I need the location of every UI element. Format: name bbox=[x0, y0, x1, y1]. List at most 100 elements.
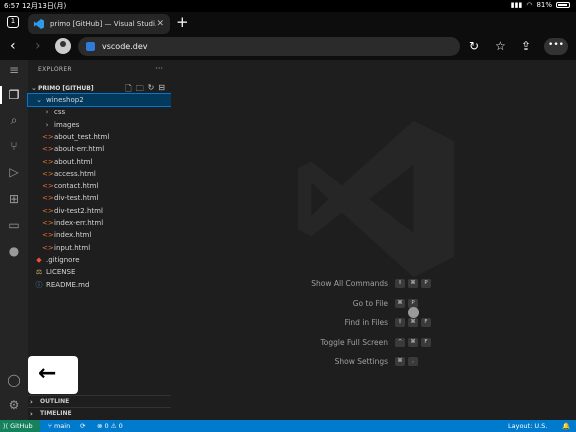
back-overlay-button[interactable]: ← bbox=[28, 356, 78, 394]
tree-item[interactable]: <> index-err.html bbox=[28, 217, 171, 229]
tree-item-label: .gitignore bbox=[46, 255, 80, 264]
tree-item-label: access.html bbox=[54, 169, 96, 178]
shortcut-hint: Show All Commands ⇧ ⌘ P bbox=[171, 279, 576, 291]
tree-item[interactable]: <> about-err.html bbox=[28, 143, 171, 155]
tree-item[interactable]: <> input.html bbox=[28, 242, 171, 254]
browser-back-button[interactable]: ‹ bbox=[10, 38, 16, 54]
browser-tab[interactable]: primo [GitHub] — Visual Studi... ✕ bbox=[28, 14, 170, 34]
settings-gear-icon[interactable]: ⚙ bbox=[6, 397, 22, 413]
html-icon: <> bbox=[42, 206, 54, 215]
key-cap: F bbox=[421, 318, 431, 328]
tree-item-label: contact.html bbox=[54, 182, 99, 191]
tree-item[interactable]: › images bbox=[28, 119, 171, 131]
tree-item[interactable]: ◆ .gitignore bbox=[28, 254, 171, 266]
timeline-section[interactable]: › TIMELINE bbox=[28, 407, 171, 419]
workspace-section-header[interactable]: ⌄ PRIMO [GITHUB] 🗋 🗀 ↻ ⊟ bbox=[28, 82, 171, 94]
timeline-label: TIMELINE bbox=[40, 410, 72, 417]
vscode-status-bar: ⟩⟨ GitHub ⑂ main ⟳ ⊗ 0 ⚠ 0 Layout: U.S. … bbox=[0, 420, 576, 432]
remote-indicator[interactable]: ⟩⟨ GitHub bbox=[0, 420, 40, 432]
tree-item-label: div-test.html bbox=[54, 194, 99, 203]
github-icon[interactable]: ● bbox=[6, 243, 22, 259]
html-icon: <> bbox=[42, 243, 54, 252]
tab-switcher-button[interactable]: 1 bbox=[7, 16, 19, 28]
tree-item[interactable]: <> about_test.html bbox=[28, 131, 171, 143]
source-control-icon[interactable]: ⑂ bbox=[6, 138, 22, 154]
tree-item-label: wineshop2 bbox=[46, 96, 84, 104]
info-icon: ⓘ bbox=[35, 280, 43, 289]
search-icon[interactable]: ⌕ bbox=[6, 112, 22, 128]
close-tab-icon[interactable]: ✕ bbox=[156, 19, 164, 29]
battery-label: 81% bbox=[536, 1, 552, 9]
tree-item-label: LICENSE bbox=[46, 268, 76, 277]
key-cap: ⇧ bbox=[395, 318, 405, 328]
extensions-icon[interactable]: ⊞ bbox=[6, 191, 22, 207]
share-icon[interactable]: ⇪ bbox=[521, 39, 531, 53]
pointer-cursor bbox=[408, 307, 419, 318]
problems-indicator[interactable]: ⊗ 0 ⚠ 0 bbox=[97, 420, 123, 432]
tree-item[interactable]: ⌄ wineshop2 bbox=[27, 93, 172, 107]
folder-icon: › bbox=[45, 108, 49, 117]
status-time: 6:57 12月13日(月) bbox=[4, 2, 67, 10]
tree-item[interactable]: ⚖ LICENSE bbox=[28, 266, 171, 278]
status-right: ▮▮▮ ◠ 81% bbox=[511, 1, 570, 9]
key-cap: , bbox=[408, 357, 418, 367]
keyboard-layout[interactable]: Layout: U.S. bbox=[508, 420, 547, 432]
bookmark-star-icon[interactable]: ☆ bbox=[495, 39, 506, 53]
tree-item[interactable]: <> about.html bbox=[28, 156, 171, 168]
shortcut-label: Show All Commands bbox=[311, 279, 388, 288]
key-cap: ⌘ bbox=[408, 337, 418, 347]
license-icon: ⚖ bbox=[35, 268, 43, 277]
tree-item[interactable]: <> div-test.html bbox=[28, 192, 171, 204]
shortcut-label: Toggle Full Screen bbox=[320, 337, 389, 347]
accounts-icon[interactable]: ◯ bbox=[6, 372, 22, 388]
remote-explorer-icon[interactable]: ▭ bbox=[6, 217, 22, 233]
arrow-left-icon: ← bbox=[38, 361, 57, 386]
vscode-logo-icon bbox=[34, 19, 44, 29]
tree-item-label: about_test.html bbox=[54, 132, 110, 141]
activity-bar: ≡ ❐ ⌕ ⑂ ▷ ⊞ ▭ ● ◯ ⚙ bbox=[0, 60, 28, 420]
tree-item-label: about.html bbox=[54, 157, 93, 166]
key-cap: ⇧ bbox=[395, 279, 405, 288]
tree-item[interactable]: › css bbox=[28, 106, 171, 118]
tab-title: primo [GitHub] — Visual Studi... bbox=[50, 20, 157, 28]
outline-label: OUTLINE bbox=[40, 398, 70, 405]
key-cap: ⌘ bbox=[408, 279, 418, 288]
tree-item[interactable]: <> contact.html bbox=[28, 180, 171, 192]
new-tab-button[interactable]: + bbox=[176, 15, 189, 30]
vscode-watermark-icon bbox=[297, 120, 455, 278]
more-menu-button[interactable]: ••• bbox=[544, 38, 568, 55]
branch-indicator[interactable]: ⑂ main bbox=[48, 420, 70, 432]
tree-item-label: div-test2.html bbox=[54, 206, 103, 215]
site-icon bbox=[86, 42, 95, 51]
url-bar[interactable]: vscode.dev bbox=[78, 37, 460, 56]
tree-item[interactable]: <> div-test2.html bbox=[28, 205, 171, 217]
html-icon: <> bbox=[42, 194, 54, 203]
key-cap: ⌘ bbox=[395, 357, 405, 367]
html-icon: <> bbox=[42, 145, 54, 154]
shortcut-label: Find in Files bbox=[344, 318, 388, 328]
tree-item-label: input.html bbox=[54, 243, 91, 252]
explorer-header: EXPLORER bbox=[38, 66, 72, 73]
key-cap: ⌘ bbox=[408, 318, 418, 328]
reload-icon[interactable]: ↻ bbox=[469, 39, 479, 53]
profile-icon[interactable] bbox=[55, 38, 71, 54]
explorer-icon[interactable]: ❐ bbox=[6, 87, 22, 103]
tree-item-label: images bbox=[54, 120, 80, 129]
menu-icon[interactable]: ≡ bbox=[6, 62, 22, 78]
notifications-bell-icon[interactable]: 🔔 bbox=[562, 420, 570, 432]
sync-icon[interactable]: ⟳ bbox=[80, 420, 85, 432]
html-icon: <> bbox=[42, 132, 54, 141]
tree-item[interactable]: ⓘ README.md bbox=[28, 279, 171, 291]
outline-section[interactable]: › OUTLINE bbox=[28, 395, 171, 407]
tree-item[interactable]: <> index.html bbox=[28, 229, 171, 241]
battery-icon bbox=[556, 2, 570, 8]
run-debug-icon[interactable]: ▷ bbox=[6, 164, 22, 180]
explorer-more-icon[interactable]: ··· bbox=[155, 64, 163, 73]
shortcut-label: Go to File bbox=[352, 298, 388, 308]
tree-item-label: css bbox=[54, 108, 66, 117]
shortcut-hint: Show Settings ⌘, bbox=[171, 357, 576, 369]
html-icon: <> bbox=[42, 169, 54, 178]
tree-item[interactable]: <> access.html bbox=[28, 168, 171, 180]
browser-forward-button[interactable]: › bbox=[35, 38, 41, 54]
active-indicator bbox=[0, 86, 2, 104]
